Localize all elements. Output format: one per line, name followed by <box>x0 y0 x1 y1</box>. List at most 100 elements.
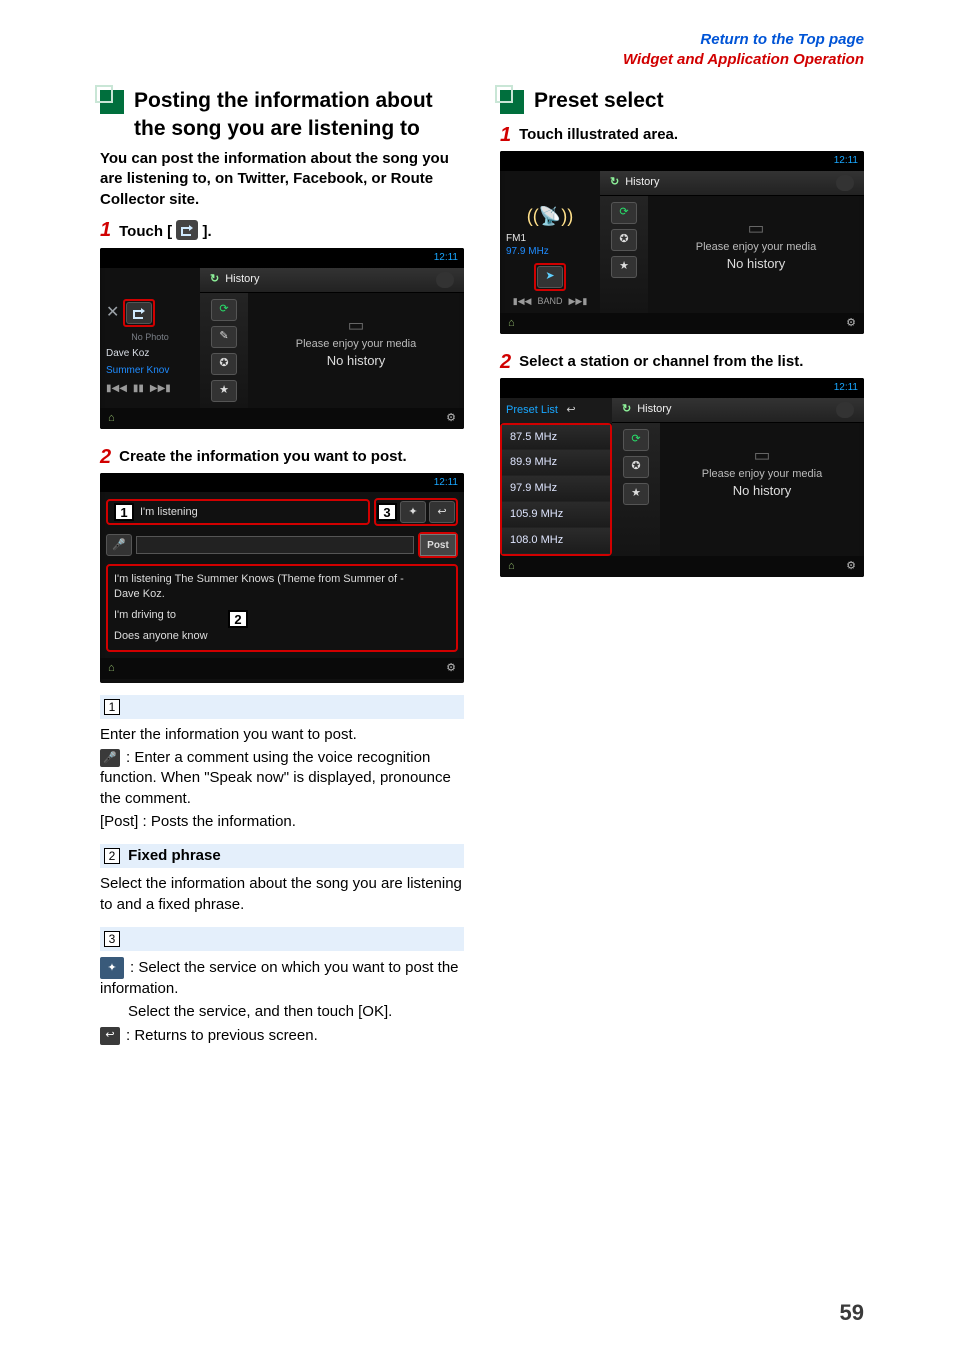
seek-next-icon[interactable]: ▶▶▮ <box>569 295 588 307</box>
antenna-icon: ((📡)) <box>527 204 573 228</box>
subhead-2: 2 Fixed phrase <box>100 844 464 868</box>
post-button[interactable]: Post <box>420 534 456 556</box>
chat-icon[interactable]: ✪ <box>211 353 237 375</box>
media-placeholder-icon: ▭ <box>668 443 856 467</box>
screenshot-preset-list: 12:11 Preset List ↩ ↻ History <box>500 378 864 577</box>
section-marker-icon <box>100 90 124 114</box>
phrase-line[interactable]: I'm listening The Summer Knows (Theme fr… <box>114 572 450 587</box>
status-time: 12:11 <box>434 251 458 265</box>
home-icon[interactable]: ⌂ <box>508 316 515 331</box>
back-icon[interactable]: ↩ <box>429 501 455 523</box>
pause-icon[interactable]: ▮▮ <box>133 382 144 396</box>
highlighted-preset-list: 87.5 MHz 89.9 MHz 97.9 MHz 105.9 MHz 108… <box>500 423 612 556</box>
step-r2: 2 Select a station or channel from the l… <box>500 352 864 372</box>
voice-input-icon: 🎤 <box>100 749 120 767</box>
list-item[interactable]: 89.9 MHz <box>502 450 610 476</box>
step-number: 2 <box>100 447 111 467</box>
history-icon[interactable]: ⟳ <box>623 429 649 451</box>
tab-segment-icon <box>436 272 454 288</box>
prev-icon[interactable]: ▮◀◀ <box>106 382 127 396</box>
history-icon[interactable]: ⟳ <box>611 202 637 224</box>
home-icon[interactable]: ⌂ <box>108 661 115 676</box>
refresh-icon: ↻ <box>622 402 631 417</box>
track-label: Summer Knov <box>106 364 194 378</box>
media-msg: Please enjoy your media <box>656 240 856 255</box>
no-history: No history <box>256 352 456 370</box>
step-r1: 1 Touch illustrated area. <box>500 125 864 145</box>
voice-input-icon[interactable]: 🎤 <box>106 534 132 556</box>
band-button[interactable]: BAND <box>537 295 562 307</box>
home-icon[interactable]: ⌂ <box>108 411 115 426</box>
section-link[interactable]: Widget and Application Operation <box>623 51 864 68</box>
phrase-line[interactable]: I'm driving to <box>114 609 176 621</box>
home-icon[interactable]: ⌂ <box>508 559 515 574</box>
sub3-line2: ↩: Returns to previous screen. <box>100 1026 464 1046</box>
service-select-icon[interactable]: ✦ <box>400 501 426 523</box>
band-label: FM1 <box>506 232 549 246</box>
list-item[interactable]: 108.0 MHz <box>502 528 610 554</box>
chat-icon[interactable]: ✪ <box>611 229 637 251</box>
refresh-icon: ↻ <box>210 272 219 287</box>
history-icon[interactable]: ⟳ <box>211 299 237 321</box>
no-photo-label: No Photo <box>106 331 194 343</box>
heading-text: Posting the information about the song y… <box>134 87 464 144</box>
phrase-line[interactable]: Does anyone know <box>114 630 208 642</box>
history-tab: History <box>225 272 259 287</box>
list-item[interactable]: 97.9 MHz <box>502 476 610 502</box>
chat-icon[interactable]: ✪ <box>623 456 649 478</box>
no-history: No history <box>656 255 856 273</box>
gear-icon[interactable]: ⚙ <box>846 559 856 574</box>
status-time: 12:11 <box>834 381 858 395</box>
seek-prev-icon[interactable]: ▮◀◀ <box>513 295 532 307</box>
step-number: 1 <box>500 125 511 145</box>
gear-icon[interactable]: ⚙ <box>446 411 456 426</box>
sub1-line1: Enter the information you want to post. <box>100 725 464 745</box>
left-column: Posting the information about the song y… <box>100 79 464 1049</box>
step-number: 2 <box>500 352 511 372</box>
sub1-line2: 🎤: Enter a comment using the voice recog… <box>100 748 464 809</box>
media-placeholder-icon: ▭ <box>656 216 856 240</box>
sub1-line3: [Post] : Posts the information. <box>100 812 464 832</box>
heading-posting: Posting the information about the song y… <box>100 87 464 144</box>
favorite-icon[interactable]: ★ <box>623 483 649 505</box>
list-item[interactable]: 87.5 MHz <box>502 425 610 451</box>
sub2-body: Select the information about the song yo… <box>100 874 464 915</box>
favorite-icon[interactable]: ★ <box>611 256 637 278</box>
callout-2: 2 <box>228 610 248 628</box>
fixed-phrase-panel: I'm listening The Summer Knows (Theme fr… <box>106 564 458 651</box>
favorite-icon[interactable]: ★ <box>211 380 237 402</box>
comment-input[interactable] <box>136 536 414 554</box>
status-time: 12:11 <box>434 476 458 490</box>
tab-segment-icon <box>836 402 854 418</box>
media-msg: Please enjoy your media <box>668 467 856 482</box>
heading-text: Preset select <box>534 87 664 115</box>
highlighted-preset-button[interactable]: ➤ <box>534 263 566 291</box>
edit-icon[interactable]: ✎ <box>211 326 237 348</box>
screenshot-compose: 12:11 1 I'I'm listeningm listening 3 ✦ ↩ <box>100 473 464 683</box>
header-links: Return to the Top page Widget and Applic… <box>100 30 864 71</box>
step1-text: Touch illustrated area. <box>519 125 678 145</box>
phrase-line[interactable]: Dave Koz. <box>114 587 450 602</box>
heading-preset: Preset select <box>500 87 864 115</box>
highlighted-share-button[interactable] <box>123 299 155 327</box>
history-tab: History <box>637 402 671 417</box>
preset-list-tab[interactable]: Preset List <box>506 403 558 418</box>
subhead-1: 1 <box>100 695 464 719</box>
gear-icon[interactable]: ⚙ <box>446 661 456 676</box>
media-msg: Please enjoy your media <box>256 337 456 352</box>
screenshot-share: 12:11 ↻ History ✕ <box>100 248 464 428</box>
step-2: 2 Create the information you want to pos… <box>100 447 464 467</box>
screenshot-radio: 12:11 ↻ History ((📡)) FM1 97.9 MHz <box>500 151 864 334</box>
tab-segment-icon <box>836 175 854 191</box>
step-1: 1 Touch [ ]. <box>100 220 464 242</box>
next-icon[interactable]: ▶▶▮ <box>150 382 171 396</box>
subhead-3: 3 <box>100 927 464 951</box>
callout-3: 3 <box>377 503 397 521</box>
share-icon <box>176 220 198 240</box>
top-page-link[interactable]: Return to the Top page <box>700 31 864 48</box>
back-icon[interactable]: ↩ <box>562 403 580 418</box>
list-item[interactable]: 105.9 MHz <box>502 502 610 528</box>
service-select-icon: ✦ <box>100 957 124 979</box>
gear-icon[interactable]: ⚙ <box>846 316 856 331</box>
history-tab: History <box>625 175 659 190</box>
